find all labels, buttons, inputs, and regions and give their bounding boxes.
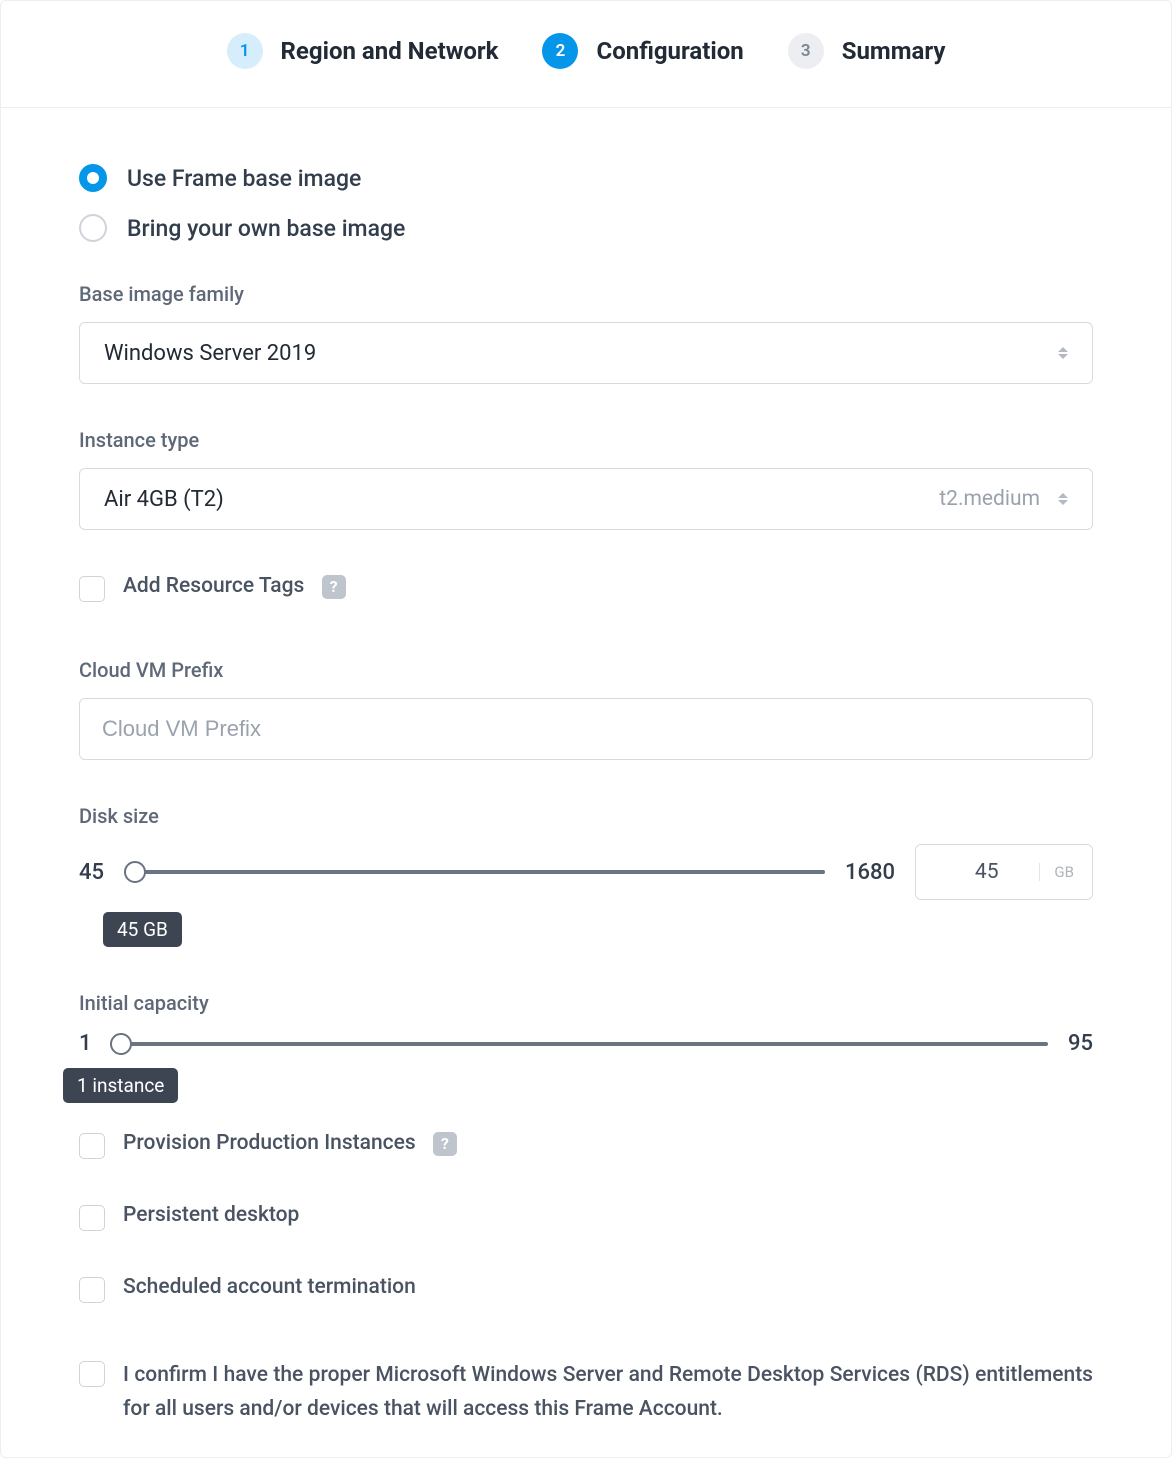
disk-size-tooltip: 45 GB	[103, 912, 182, 947]
step-circle: 3	[788, 33, 824, 69]
instance-type-label: Instance type	[79, 428, 1093, 452]
initial-capacity-min: 1	[79, 1031, 92, 1056]
persistent-desktop-label: Persistent desktop	[123, 1203, 299, 1227]
select-value: Air 4GB (T2)	[104, 487, 224, 512]
disk-size-value: 45	[934, 860, 1039, 884]
cloud-vm-prefix-label: Cloud VM Prefix	[79, 658, 1093, 682]
step-label: Summary	[842, 37, 946, 65]
radio-label: Use Frame base image	[127, 165, 361, 192]
initial-capacity-slider[interactable]	[112, 1042, 1048, 1046]
provision-production-checkbox[interactable]	[79, 1133, 105, 1159]
base-image-family-label: Base image family	[79, 282, 1093, 306]
initial-capacity-max: 95	[1068, 1031, 1093, 1056]
step-circle: 1	[227, 33, 263, 69]
radio-label: Bring your own base image	[127, 215, 405, 242]
scheduled-termination-label: Scheduled account termination	[123, 1275, 416, 1299]
disk-size-min: 45	[79, 860, 104, 885]
chevron-sort-icon	[1058, 493, 1068, 505]
step-label: Configuration	[596, 37, 743, 65]
help-icon[interactable]: ?	[433, 1132, 457, 1156]
step-region-network[interactable]: 1 Region and Network	[227, 33, 499, 69]
scheduled-termination-checkbox[interactable]	[79, 1277, 105, 1303]
step-configuration[interactable]: 2 Configuration	[542, 33, 743, 69]
chevron-sort-icon	[1058, 347, 1068, 359]
step-summary[interactable]: 3 Summary	[788, 33, 946, 69]
step-circle: 2	[542, 33, 578, 69]
radio-icon	[79, 214, 107, 242]
radio-bring-your-own-image[interactable]: Bring your own base image	[79, 214, 1093, 242]
confirm-entitlements-label: I confirm I have the proper Microsoft Wi…	[123, 1359, 1093, 1426]
wizard-stepper: 1 Region and Network 2 Configuration 3 S…	[1, 1, 1171, 108]
slider-thumb[interactable]	[124, 861, 146, 883]
initial-capacity-label: Initial capacity	[79, 991, 1093, 1015]
instance-type-select[interactable]: Air 4GB (T2) t2.medium	[79, 468, 1093, 530]
confirm-entitlements-checkbox[interactable]	[79, 1361, 105, 1387]
select-value: Windows Server 2019	[104, 341, 316, 366]
radio-icon	[79, 164, 107, 192]
image-source-radio-group: Use Frame base image Bring your own base…	[79, 164, 1093, 242]
help-icon[interactable]: ?	[322, 575, 346, 599]
slider-thumb[interactable]	[110, 1033, 132, 1055]
disk-size-slider[interactable]	[124, 870, 825, 874]
disk-size-input-box[interactable]: 45 GB	[915, 844, 1093, 900]
add-resource-tags-checkbox[interactable]	[79, 576, 105, 602]
instance-type-detail: t2.medium	[939, 487, 1040, 511]
provision-production-label: Provision Production Instances ?	[123, 1131, 457, 1156]
disk-size-unit: GB	[1039, 863, 1074, 881]
step-label: Region and Network	[281, 37, 499, 65]
cloud-vm-prefix-input[interactable]	[79, 698, 1093, 760]
base-image-family-select[interactable]: Windows Server 2019	[79, 322, 1093, 384]
disk-size-max: 1680	[845, 860, 895, 885]
disk-size-label: Disk size	[79, 804, 1093, 828]
add-resource-tags-label: Add Resource Tags ?	[123, 574, 346, 599]
radio-use-frame-base-image[interactable]: Use Frame base image	[79, 164, 1093, 192]
initial-capacity-tooltip: 1 instance	[63, 1068, 178, 1103]
persistent-desktop-checkbox[interactable]	[79, 1205, 105, 1231]
